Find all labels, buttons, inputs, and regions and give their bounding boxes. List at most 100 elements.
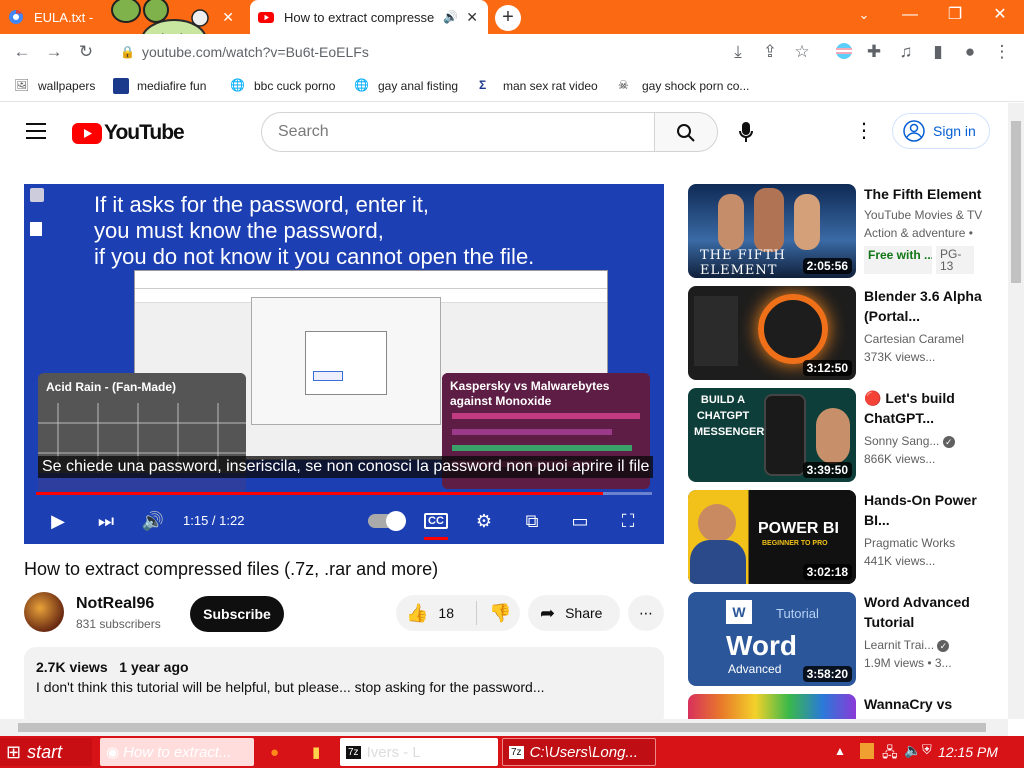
share-arrow-icon: ➦ <box>540 602 556 623</box>
bookmark-item[interactable]: 🌐 bbc cuck porno <box>230 77 335 95</box>
recommended-video[interactable]: 3:12:50 Blender 3.6 Alpha (Portal... Car… <box>688 286 1008 380</box>
chrome-icon: ◉ <box>106 744 120 761</box>
network-icon[interactable]: 🖧 <box>882 742 898 766</box>
subscribe-button[interactable]: Subscribe <box>190 596 284 632</box>
recommended-video[interactable]: WannaCry vs <box>688 694 1008 719</box>
vertical-scrollbar[interactable] <box>1008 103 1024 719</box>
youtube-page: YouTube Search ⋮ Sign in If it asks for … <box>0 103 1008 719</box>
profile-avatar-icon[interactable]: ● <box>960 42 980 62</box>
chrome-icon <box>9 10 23 24</box>
tray-expand-icon[interactable]: ▲ <box>834 744 846 758</box>
sign-in-button[interactable]: Sign in <box>892 113 990 149</box>
description-text: I don't think this tutorial will be help… <box>36 679 545 695</box>
recommended-video[interactable]: POWER BI BEGINNER TO PRO 3:02:18 Hands-O… <box>688 490 1008 584</box>
recommended-video[interactable]: W Tutorial Word Advanced 3:58:20 Word Ad… <box>688 592 1008 686</box>
fullscreen-icon[interactable]: ⛶ <box>614 509 642 533</box>
extensions-icon[interactable]: ✚ <box>864 42 884 62</box>
like-button[interactable]: 👍 18 <box>396 603 476 624</box>
settings-menu-icon[interactable]: ⋮ <box>854 121 874 143</box>
captions-icon[interactable]: CC <box>422 509 450 540</box>
autoplay-toggle[interactable] <box>368 511 406 531</box>
guide-menu-icon[interactable] <box>26 123 46 139</box>
side-panel-icon[interactable]: ▮ <box>928 42 948 62</box>
progress-bar[interactable] <box>36 492 652 495</box>
taskbar-item-7zip[interactable]: 7z Ivers - L <box>340 738 498 766</box>
more-actions-icon[interactable]: ⋯ <box>628 595 664 631</box>
recommended-video[interactable]: THE FIFTH ELEMENT 2:05:56 The Fifth Elem… <box>688 184 1008 278</box>
voice-search-button[interactable] <box>728 112 764 152</box>
chrome-menu-icon[interactable]: ⋮ <box>992 42 1012 62</box>
close-tab-icon[interactable]: ✕ <box>466 9 478 26</box>
install-app-icon[interactable]: ⤓ <box>728 42 748 62</box>
video-meta: 373K views... <box>864 350 936 364</box>
description-box[interactable]: 2.7K views 1 year ago I don't think this… <box>24 647 664 719</box>
tab-youtube[interactable]: How to extract compresse 🔊 ✕ <box>250 0 488 34</box>
video-thumbnail <box>688 694 856 719</box>
share-icon[interactable]: ⇪ <box>760 42 780 62</box>
firefox-icon[interactable]: ● <box>264 738 288 766</box>
search-button[interactable] <box>654 112 718 152</box>
bookmark-item[interactable]: 🖼 wallpapers <box>14 77 95 95</box>
back-icon[interactable]: ← <box>12 42 32 62</box>
video-player[interactable]: If it asks for the password, enter it, y… <box>24 184 664 544</box>
bookmark-item[interactable]: mediafire fun <box>113 77 206 95</box>
shield-icon[interactable]: ⛨ <box>922 742 932 758</box>
tab-eula[interactable]: EULA.txt - ✕ <box>0 0 244 61</box>
thumbs-down-icon[interactable]: 👎 <box>489 603 511 624</box>
settings-gear-icon[interactable]: ⚙ <box>470 509 498 533</box>
channel-name: Cartesian Caramel <box>864 332 965 346</box>
taskbar-item-chrome[interactable]: ◉ How to extract... <box>100 738 254 766</box>
new-tab-button[interactable]: + <box>495 5 521 31</box>
free-badge: Free with ... <box>864 246 932 274</box>
youtube-play-logo-icon <box>72 122 102 144</box>
youtube-logo[interactable]: YouTube <box>72 121 185 145</box>
bookmark-item[interactable]: 🌐 gay anal fisting <box>354 77 458 95</box>
minimize-button[interactable]: — <box>888 4 932 28</box>
address-bar[interactable]: 🔒 youtube.com/watch?v=Bu6t-EoELFs <box>112 37 952 67</box>
channel-name[interactable]: NotReal96 <box>76 595 154 613</box>
profile-flag-icon[interactable] <box>834 42 854 62</box>
close-window-button[interactable]: ✕ <box>978 4 1022 28</box>
tray-app-icon[interactable] <box>860 743 874 759</box>
video-duration: 3:02:18 <box>802 564 852 580</box>
close-tab-icon[interactable]: ✕ <box>222 9 234 26</box>
taskbar-clock[interactable]: 12:15 PM <box>938 744 998 760</box>
media-control-icon[interactable]: ♫ <box>896 42 916 62</box>
recommended-video[interactable]: BUILD A CHATGPT MESSENGER 3:39:50 🔴 Let'… <box>688 388 1008 482</box>
play-icon[interactable]: ▶ <box>44 509 72 533</box>
video-title: WannaCry vs <box>864 696 953 712</box>
channel-avatar[interactable] <box>24 592 64 632</box>
reload-icon[interactable]: ↻ <box>76 42 96 62</box>
account-icon <box>903 120 925 142</box>
volume-tray-icon[interactable]: 🔈 <box>904 742 921 759</box>
video-thumbnail: BUILD A CHATGPT MESSENGER 3:39:50 <box>688 388 856 482</box>
theater-mode-icon[interactable]: ▭ <box>566 509 594 533</box>
search-input[interactable]: Search <box>261 112 655 152</box>
video-thumbnail: 3:12:50 <box>688 286 856 380</box>
verified-icon: ✓ <box>937 640 950 652</box>
folder-icon[interactable]: ▮ <box>306 738 330 766</box>
video-duration: 3:12:50 <box>802 360 852 376</box>
browser-toolbar: ← → ↻ 🔒 youtube.com/watch?v=Bu6t-EoELFs … <box>0 34 1024 70</box>
volume-icon[interactable]: 🔊 <box>139 509 167 533</box>
horizontal-scrollbar[interactable] <box>0 719 1008 736</box>
restore-button[interactable]: ❐ <box>933 4 977 28</box>
taskbar-item-7zip-explorer[interactable]: 7z C:\Users\Long... <box>502 738 656 766</box>
video-duration: 2:05:56 <box>802 258 852 274</box>
forward-icon[interactable]: → <box>44 42 64 62</box>
start-button[interactable]: ⊞ start <box>0 738 92 766</box>
audio-playing-icon[interactable]: 🔊 <box>443 10 458 24</box>
bookmark-star-icon[interactable]: ☆ <box>792 42 812 62</box>
channel-name: YouTube Movies & TV <box>864 208 983 222</box>
video-duration: 3:58:20 <box>802 666 852 682</box>
bookmark-item[interactable]: ☠ gay shock porn co... <box>618 77 749 95</box>
video-subtitle: Se chiede una password, inseriscila, se … <box>38 456 654 478</box>
7zip-icon: 7z <box>346 745 361 759</box>
miniplayer-icon[interactable]: ⧉ <box>518 509 546 533</box>
tab-search-icon[interactable]: ⌄ <box>842 4 886 28</box>
7zip-icon: 7z <box>509 745 524 759</box>
browser-tab-bar: EULA.txt - ✕ How to extract compresse 🔊 … <box>0 0 1024 61</box>
share-button[interactable]: ➦ Share <box>528 595 620 631</box>
next-icon[interactable]: ⏭ <box>92 509 120 533</box>
bookmark-item[interactable]: Σman sex rat video <box>479 77 598 95</box>
